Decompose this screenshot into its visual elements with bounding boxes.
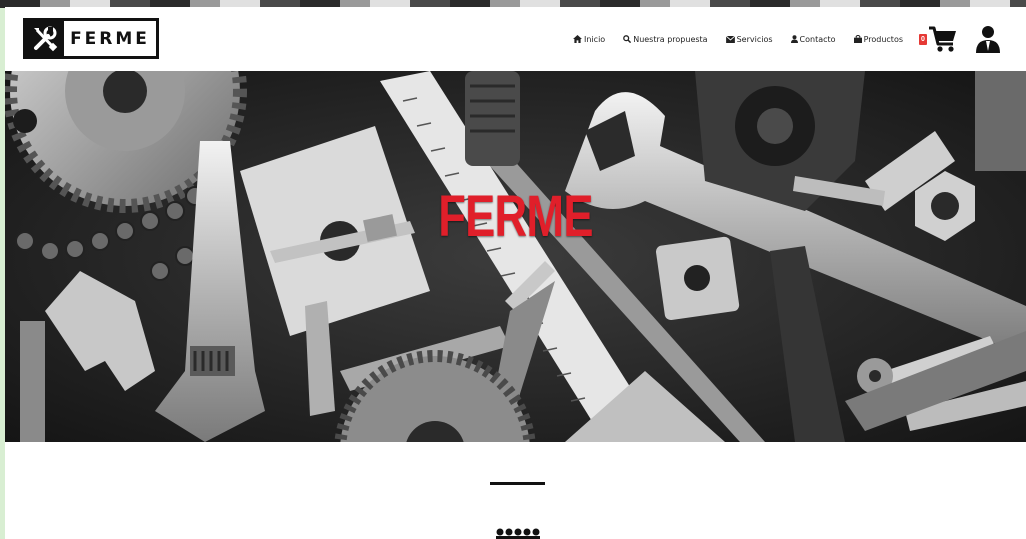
tools-background-image [5, 71, 1026, 442]
page: FERME Inicio Nuestra propuesta Servicios… [5, 7, 1026, 539]
account-button[interactable] [976, 25, 1000, 53]
envelope-icon [725, 35, 735, 43]
nav-label: Inicio [584, 34, 606, 44]
main-nav: Inicio Nuestra propuesta Servicios Conta… [555, 21, 1000, 57]
nav-label: Contacto [799, 34, 836, 44]
nav-label: Nuestra propuesta [633, 34, 708, 44]
shopping-cart-icon [929, 26, 956, 52]
nav-label: Servicios [736, 34, 773, 44]
nav-label: Productos [863, 34, 903, 44]
tools-icon [26, 21, 64, 56]
team-icon [494, 527, 544, 539]
navbar: FERME Inicio Nuestra propuesta Servicios… [5, 7, 1026, 71]
nav-item-contacto[interactable]: Contacto [790, 34, 836, 44]
brand-logo[interactable]: FERME [23, 18, 159, 59]
hero-title: FERME [438, 184, 593, 249]
nav-item-servicios[interactable]: Servicios [725, 34, 773, 44]
hero-banner: FERME [5, 71, 1026, 442]
search-icon [623, 35, 632, 43]
home-icon [573, 35, 582, 43]
cart-button[interactable]: 0 [919, 25, 958, 53]
nav-item-productos[interactable]: Productos [853, 34, 903, 44]
nav-item-inicio[interactable]: Inicio [573, 35, 605, 44]
cart-count-badge: 0 [919, 33, 927, 45]
bag-icon [853, 35, 862, 43]
section-divider [490, 482, 545, 485]
brand-name: FERME [70, 28, 150, 49]
account-icon [976, 26, 1000, 53]
nav-item-nuestra-propuesta[interactable]: Nuestra propuesta [623, 34, 708, 44]
user-icon [790, 35, 798, 43]
